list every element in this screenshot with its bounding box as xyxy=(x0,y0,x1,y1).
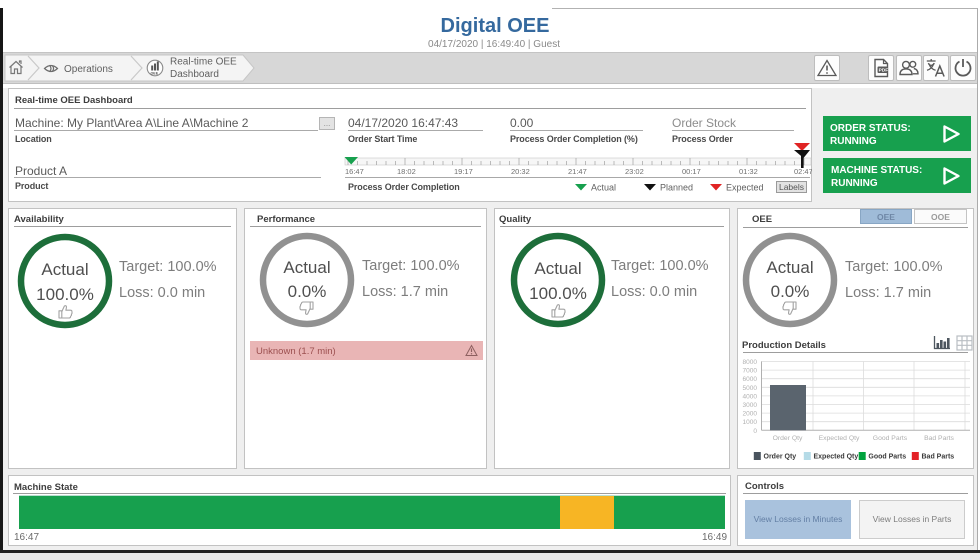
svg-text:Expected: Expected xyxy=(726,183,764,193)
svg-text:Operations: Operations xyxy=(64,64,113,75)
svg-text:00:17: 00:17 xyxy=(682,167,701,176)
svg-text:16:47: 16:47 xyxy=(345,167,364,176)
svg-text:5000: 5000 xyxy=(743,385,758,392)
svg-text:Order Qty: Order Qty xyxy=(764,453,797,460)
svg-text:20:32: 20:32 xyxy=(511,167,530,176)
svg-text:21:47: 21:47 xyxy=(568,167,587,176)
svg-text:Expected Qty: Expected Qty xyxy=(819,435,860,442)
svg-text:7000: 7000 xyxy=(743,368,758,375)
svg-text:4000: 4000 xyxy=(743,393,758,400)
svg-text:Good Parts: Good Parts xyxy=(873,435,908,442)
svg-text:18:02: 18:02 xyxy=(397,167,416,176)
svg-text:Dashboard: Dashboard xyxy=(170,69,219,80)
svg-text:0: 0 xyxy=(753,428,757,435)
svg-text:02:47: 02:47 xyxy=(794,167,812,176)
svg-text:Good Parts: Good Parts xyxy=(868,453,906,460)
svg-text:Order Qty: Order Qty xyxy=(773,435,803,442)
svg-text:Planned: Planned xyxy=(660,183,693,193)
svg-text:01:32: 01:32 xyxy=(739,167,758,176)
svg-text:OEE: OEE xyxy=(151,71,159,75)
svg-text:1000: 1000 xyxy=(743,419,758,426)
svg-text:19:17: 19:17 xyxy=(454,167,473,176)
svg-text:6000: 6000 xyxy=(743,376,758,383)
svg-text:3000: 3000 xyxy=(743,402,758,409)
svg-text:PDF: PDF xyxy=(879,68,889,74)
svg-text:Actual: Actual xyxy=(591,183,616,193)
svg-text:Real-time OEE: Real-time OEE xyxy=(170,57,237,68)
svg-text:Bad Parts: Bad Parts xyxy=(924,435,954,442)
svg-text:8000: 8000 xyxy=(743,359,758,366)
svg-text:2000: 2000 xyxy=(743,411,758,418)
svg-text:Expected Qty: Expected Qty xyxy=(814,453,859,460)
svg-text:23:02: 23:02 xyxy=(625,167,644,176)
svg-text:Bad Parts: Bad Parts xyxy=(922,453,955,460)
